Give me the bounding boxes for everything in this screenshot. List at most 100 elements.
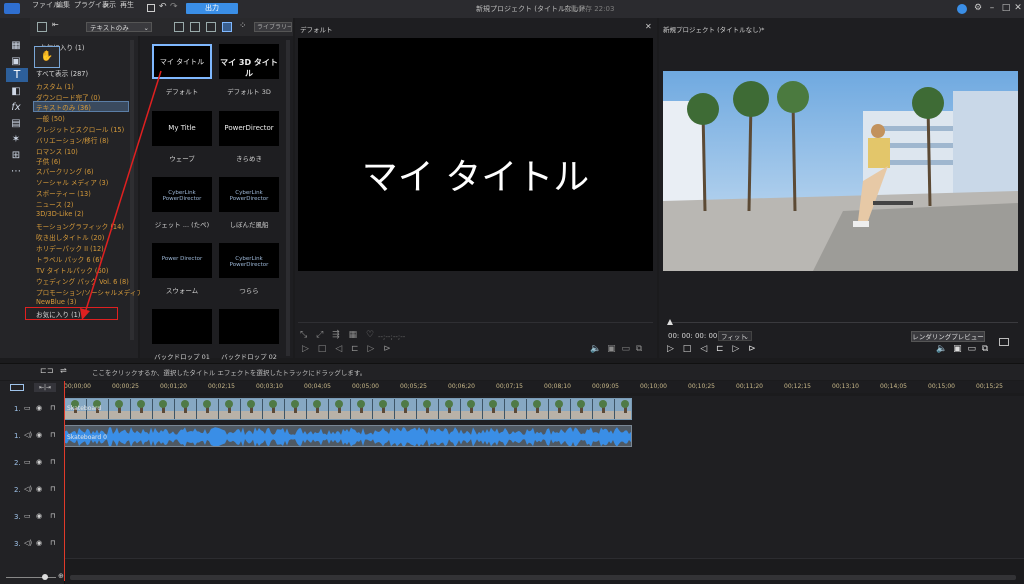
transition-room-icon[interactable]: ◧: [10, 86, 22, 98]
project-preview-screen[interactable]: [663, 71, 1018, 271]
save-icon[interactable]: [147, 4, 155, 12]
playhead[interactable]: [64, 381, 65, 581]
track-row[interactable]: [64, 450, 1024, 478]
volume-icon[interactable]: 🔈: [590, 344, 601, 354]
thumbnail-scrollbar[interactable]: [286, 40, 290, 356]
play-icon[interactable]: ▷: [667, 344, 674, 354]
display-icon[interactable]: ▭: [967, 344, 976, 354]
category-item[interactable]: ソーシャル メディア (3): [36, 177, 108, 187]
audio-track-icon[interactable]: ◁): [24, 431, 32, 439]
volume-icon[interactable]: 🔈: [936, 344, 947, 354]
lock-icon[interactable]: ⊓: [50, 485, 55, 493]
audio-track-icon[interactable]: ◁): [24, 539, 32, 547]
menu-view[interactable]: 表示: [102, 0, 116, 10]
visibility-icon[interactable]: ◉: [36, 539, 42, 547]
new-title-icon[interactable]: [174, 22, 184, 32]
play-icon[interactable]: ▷: [302, 344, 309, 354]
layout-icon[interactable]: [999, 338, 1009, 346]
fast-forward-icon[interactable]: ⊳: [748, 344, 756, 354]
expand-panel-icon[interactable]: ⇤: [52, 20, 59, 29]
video-track-icon[interactable]: ▭: [24, 512, 31, 520]
category-item[interactable]: スポーティー (13): [36, 188, 91, 198]
more-icon[interactable]: ⋯: [10, 166, 22, 178]
display-icon[interactable]: ▭: [621, 344, 630, 354]
category-item[interactable]: スパークリング (6): [36, 166, 94, 176]
library-filter-select[interactable]: テキストのみ ⌄: [86, 22, 152, 32]
visibility-icon[interactable]: ◉: [36, 431, 42, 439]
export-button[interactable]: 出力: [186, 3, 238, 14]
category-item[interactable]: ロマンス (10): [36, 146, 78, 156]
grid-view-icon[interactable]: [222, 22, 232, 32]
visibility-icon[interactable]: ◉: [36, 485, 42, 493]
title-room-icon[interactable]: T: [6, 68, 28, 82]
category-item[interactable]: トラベル パック 6 (6): [36, 254, 102, 264]
video-track-icon[interactable]: ▭: [24, 404, 31, 412]
category-item[interactable]: 一般 (50): [36, 113, 65, 123]
category-item[interactable]: バリエーション/移行 (8): [36, 135, 109, 145]
track-row[interactable]: [64, 504, 1024, 532]
audio-track-icon[interactable]: ◁): [24, 485, 32, 493]
category-item[interactable]: 吹き出しタイトル (20): [36, 232, 104, 242]
visibility-icon[interactable]: ◉: [36, 458, 42, 466]
prev-frame-icon[interactable]: ◁: [700, 344, 707, 354]
category-item[interactable]: テキストのみ (36): [36, 102, 91, 112]
audio-clip[interactable]: [64, 425, 632, 447]
fast-forward-icon[interactable]: ⊳: [383, 344, 391, 354]
lock-icon[interactable]: ⊓: [50, 512, 55, 520]
title-thumbnail[interactable]: [152, 309, 212, 344]
category-item[interactable]: ニュース (2): [36, 199, 73, 209]
sort-icon[interactable]: [190, 22, 200, 32]
category-item[interactable]: ウェディング パック Vol. 6 (8): [36, 276, 129, 286]
effect-room-icon[interactable]: fx: [10, 102, 22, 114]
list-view-icon[interactable]: [206, 22, 216, 32]
snapshot-icon[interactable]: ▣: [607, 344, 616, 354]
category-item[interactable]: 子供 (6): [36, 156, 61, 166]
category-item[interactable]: 3D/3D-Like (2): [36, 210, 84, 218]
lock-icon[interactable]: ⊓: [50, 458, 55, 466]
category-item[interactable]: TV タイトルパック (60): [36, 265, 108, 275]
stop-icon[interactable]: □: [318, 344, 327, 354]
category-item[interactable]: ホリデーパック II (12): [36, 243, 104, 253]
heart-icon[interactable]: ♡: [366, 330, 374, 340]
media-room-icon[interactable]: ▦: [10, 40, 22, 52]
category-item[interactable]: NewBlue (3): [36, 298, 76, 306]
zoom-fit-select[interactable]: フィット ⌄: [718, 331, 752, 341]
list-keyframe-icon[interactable]: ▦: [349, 330, 358, 340]
library-search-input[interactable]: ライブラリーの検索: [254, 22, 292, 32]
title-thumbnail[interactable]: [219, 309, 279, 344]
large-grid-icon[interactable]: ⁘: [239, 21, 247, 31]
timeline-horizontal-scrollbar[interactable]: [70, 575, 1016, 580]
shrink-icon-2[interactable]: ⤢: [316, 330, 323, 340]
category-item[interactable]: クレジットとスクロール (15): [36, 124, 124, 134]
pip-room-icon[interactable]: ▤: [10, 118, 22, 130]
title-scrub-bar[interactable]: [298, 322, 653, 323]
scrub-head[interactable]: [667, 319, 673, 325]
render-preview-button[interactable]: レンダリングプレビュー: [911, 331, 985, 342]
zoom-in-icon[interactable]: ⊕: [58, 572, 64, 580]
undo-icon[interactable]: ↶: [159, 2, 167, 12]
prev-frame-icon[interactable]: ◁: [335, 344, 342, 354]
split-icon[interactable]: ⊏: [716, 344, 724, 354]
timeline-mode-icon[interactable]: ⊏⊐: [40, 366, 53, 375]
category-item[interactable]: ダウンロード完了 (0): [36, 92, 100, 102]
fit-timeline-button[interactable]: ⇤|⇥: [34, 383, 56, 392]
app-logo-icon[interactable]: [4, 3, 20, 14]
track-row[interactable]: [64, 531, 1024, 559]
account-icon[interactable]: [957, 4, 967, 14]
project-scrub-bar[interactable]: [668, 322, 1018, 323]
lock-icon[interactable]: ⊓: [50, 539, 55, 547]
particle-room-icon[interactable]: ✶: [10, 134, 22, 146]
visibility-icon[interactable]: ◉: [36, 512, 42, 520]
template-room-icon[interactable]: ▣: [10, 56, 22, 68]
track-manager-icon[interactable]: [10, 384, 24, 391]
subtitle-room-icon[interactable]: ⊞: [10, 150, 22, 162]
category-item[interactable]: すべて表示 (287): [36, 68, 88, 78]
redo-icon[interactable]: ↷: [170, 2, 178, 12]
stop-icon[interactable]: □: [683, 344, 692, 354]
close-icon[interactable]: ✕: [1010, 3, 1024, 15]
video-clip[interactable]: [64, 398, 632, 420]
category-item[interactable]: モーショングラフィック (14): [36, 221, 124, 231]
close-icon[interactable]: ✕: [645, 22, 652, 31]
lock-icon[interactable]: ⊓: [50, 431, 55, 439]
visibility-icon[interactable]: ◉: [36, 404, 42, 412]
